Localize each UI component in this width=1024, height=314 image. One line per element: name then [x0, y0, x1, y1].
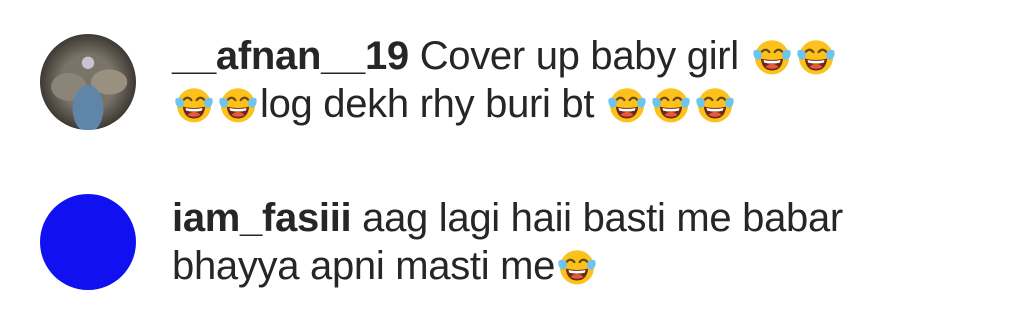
avatar[interactable] [40, 34, 136, 130]
comment-body-text: aag lagi haii basti me babar [362, 196, 843, 240]
face-with-tears-of-joy-icon [556, 245, 598, 287]
comment-item: __afnan__19 Cover up baby girl log dekh … [0, 32, 1024, 152]
face-with-tears-of-joy-icon [694, 83, 736, 125]
comment-body-text: bhayya apni masti me [172, 244, 556, 288]
comment-item: iam_fasiii aag lagi haii basti me babar b… [0, 188, 1024, 308]
face-with-tears-of-joy-icon [751, 35, 793, 77]
face-with-tears-of-joy-icon [795, 35, 837, 77]
face-with-tears-of-joy-icon [173, 83, 215, 125]
comment-username[interactable]: iam_fasiii [172, 196, 352, 240]
comment-body-text: Cover up baby girl [419, 34, 750, 78]
avatar[interactable] [40, 194, 136, 290]
comment-username[interactable]: __afnan__19 [172, 34, 409, 78]
face-with-tears-of-joy-icon [606, 83, 648, 125]
comment-text: iam_fasiii aag lagi haii basti me babar b… [172, 194, 1002, 290]
comment-text: __afnan__19 Cover up baby girl log dekh … [172, 32, 1002, 128]
face-with-tears-of-joy-icon [217, 83, 259, 125]
face-with-tears-of-joy-icon [650, 83, 692, 125]
comment-body-text: log dekh rhy buri bt [260, 82, 606, 126]
